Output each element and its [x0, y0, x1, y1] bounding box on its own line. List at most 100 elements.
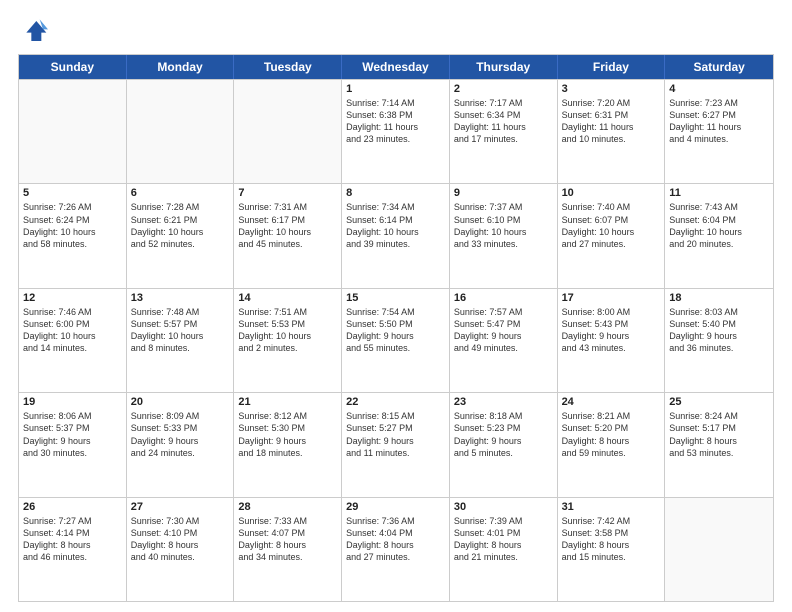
calendar-cell: 1Sunrise: 7:14 AM Sunset: 6:38 PM Daylig… [342, 80, 450, 183]
calendar-body: 1Sunrise: 7:14 AM Sunset: 6:38 PM Daylig… [19, 79, 773, 601]
cell-info: Sunrise: 7:48 AM Sunset: 5:57 PM Dayligh… [131, 306, 230, 355]
logo-icon [18, 16, 48, 46]
calendar-cell: 15Sunrise: 7:54 AM Sunset: 5:50 PM Dayli… [342, 289, 450, 392]
day-number: 5 [23, 187, 122, 199]
day-number: 18 [669, 292, 769, 304]
day-number: 12 [23, 292, 122, 304]
calendar-row-3: 19 Sunrise: 8:06 AM Sunset: 5:37 PM Dayli… [19, 392, 773, 496]
calendar-cell: 26 Sunrise: 7:27 AM Sunset: 4:14 PM Dayli… [19, 498, 127, 601]
cell-info: Sunrise: 8:24 AM Sunset: 5:17 PM Dayligh… [669, 410, 769, 459]
calendar-cell: 11Sunrise: 7:43 AM Sunset: 6:04 PM Dayli… [665, 184, 773, 287]
calendar-cell: 20Sunrise: 8:09 AM Sunset: 5:33 PM Dayli… [127, 393, 235, 496]
cell-info: Sunrise: 7:37 AM Sunset: 6:10 PM Dayligh… [454, 201, 553, 250]
header-day-monday: Monday [127, 55, 235, 79]
day-number: 15 [346, 292, 445, 304]
day-number: 29 [346, 501, 445, 513]
cell-info: Sunrise: 7:26 AM Sunset: 6:24 PM Dayligh… [23, 201, 122, 250]
cell-info: Sunrise: 7:17 AM Sunset: 6:34 PM Dayligh… [454, 97, 553, 146]
day-number: 4 [669, 83, 769, 95]
calendar-cell: 13 Sunrise: 7:48 AM Sunset: 5:57 PM Dayli… [127, 289, 235, 392]
day-number: 2 [454, 83, 553, 95]
day-number: 23 [454, 396, 553, 408]
header-day-tuesday: Tuesday [234, 55, 342, 79]
day-number: 28 [238, 501, 337, 513]
calendar-header-row: SundayMondayTuesdayWednesdayThursdayFrid… [19, 55, 773, 79]
calendar-cell: 3 Sunrise: 7:20 AM Sunset: 6:31 PM Daylig… [558, 80, 666, 183]
day-number: 24 [562, 396, 661, 408]
calendar-cell: 2 Sunrise: 7:17 AM Sunset: 6:34 PM Daylig… [450, 80, 558, 183]
day-number: 13 [131, 292, 230, 304]
calendar-cell [19, 80, 127, 183]
calendar-cell: 27Sunrise: 7:30 AM Sunset: 4:10 PM Dayli… [127, 498, 235, 601]
day-number: 16 [454, 292, 553, 304]
day-number: 10 [562, 187, 661, 199]
calendar-cell: 7 Sunrise: 7:31 AM Sunset: 6:17 PM Daylig… [234, 184, 342, 287]
cell-info: Sunrise: 7:23 AM Sunset: 6:27 PM Dayligh… [669, 97, 769, 146]
day-number: 3 [562, 83, 661, 95]
calendar-cell [234, 80, 342, 183]
calendar-cell: 31 Sunrise: 7:42 AM Sunset: 3:58 PM Dayli… [558, 498, 666, 601]
calendar-cell: 23Sunrise: 8:18 AM Sunset: 5:23 PM Dayli… [450, 393, 558, 496]
cell-info: Sunrise: 7:36 AM Sunset: 4:04 PM Dayligh… [346, 515, 445, 564]
calendar-cell: 30Sunrise: 7:39 AM Sunset: 4:01 PM Dayli… [450, 498, 558, 601]
cell-info: Sunrise: 8:12 AM Sunset: 5:30 PM Dayligh… [238, 410, 337, 459]
cell-info: Sunrise: 7:39 AM Sunset: 4:01 PM Dayligh… [454, 515, 553, 564]
calendar-row-4: 26 Sunrise: 7:27 AM Sunset: 4:14 PM Dayli… [19, 497, 773, 601]
cell-info: Sunrise: 7:28 AM Sunset: 6:21 PM Dayligh… [131, 201, 230, 250]
day-number: 7 [238, 187, 337, 199]
header-day-friday: Friday [558, 55, 666, 79]
day-number: 9 [454, 187, 553, 199]
day-number: 27 [131, 501, 230, 513]
calendar-cell: 24 Sunrise: 8:21 AM Sunset: 5:20 PM Dayli… [558, 393, 666, 496]
day-number: 19 [23, 396, 122, 408]
cell-info: Sunrise: 7:46 AM Sunset: 6:00 PM Dayligh… [23, 306, 122, 355]
cell-info: Sunrise: 7:57 AM Sunset: 5:47 PM Dayligh… [454, 306, 553, 355]
calendar-cell: 29 Sunrise: 7:36 AM Sunset: 4:04 PM Dayli… [342, 498, 450, 601]
cell-info: Sunrise: 8:03 AM Sunset: 5:40 PM Dayligh… [669, 306, 769, 355]
cell-info: Sunrise: 7:20 AM Sunset: 6:31 PM Dayligh… [562, 97, 661, 146]
calendar-row-2: 12 Sunrise: 7:46 AM Sunset: 6:00 PM Dayli… [19, 288, 773, 392]
day-number: 22 [346, 396, 445, 408]
calendar-cell: 21 Sunrise: 8:12 AM Sunset: 5:30 PM Dayli… [234, 393, 342, 496]
logo [18, 16, 52, 46]
calendar: SundayMondayTuesdayWednesdayThursdayFrid… [18, 54, 774, 602]
day-number: 6 [131, 187, 230, 199]
cell-info: Sunrise: 7:51 AM Sunset: 5:53 PM Dayligh… [238, 306, 337, 355]
cell-info: Sunrise: 7:42 AM Sunset: 3:58 PM Dayligh… [562, 515, 661, 564]
calendar-cell [127, 80, 235, 183]
calendar-cell: 17Sunrise: 8:00 AM Sunset: 5:43 PM Dayli… [558, 289, 666, 392]
calendar-row-0: 1Sunrise: 7:14 AM Sunset: 6:38 PM Daylig… [19, 79, 773, 183]
header-day-saturday: Saturday [665, 55, 773, 79]
header-day-thursday: Thursday [450, 55, 558, 79]
calendar-cell: 22 Sunrise: 8:15 AM Sunset: 5:27 PM Dayli… [342, 393, 450, 496]
cell-info: Sunrise: 8:21 AM Sunset: 5:20 PM Dayligh… [562, 410, 661, 459]
calendar-cell: 8 Sunrise: 7:34 AM Sunset: 6:14 PM Daylig… [342, 184, 450, 287]
cell-info: Sunrise: 7:31 AM Sunset: 6:17 PM Dayligh… [238, 201, 337, 250]
day-number: 26 [23, 501, 122, 513]
cell-info: Sunrise: 7:34 AM Sunset: 6:14 PM Dayligh… [346, 201, 445, 250]
cell-info: Sunrise: 7:40 AM Sunset: 6:07 PM Dayligh… [562, 201, 661, 250]
calendar-cell: 14 Sunrise: 7:51 AM Sunset: 5:53 PM Dayli… [234, 289, 342, 392]
calendar-cell: 12 Sunrise: 7:46 AM Sunset: 6:00 PM Dayli… [19, 289, 127, 392]
calendar-cell: 4 Sunrise: 7:23 AM Sunset: 6:27 PM Daylig… [665, 80, 773, 183]
cell-info: Sunrise: 8:06 AM Sunset: 5:37 PM Dayligh… [23, 410, 122, 459]
day-number: 21 [238, 396, 337, 408]
calendar-cell [665, 498, 773, 601]
day-number: 17 [562, 292, 661, 304]
day-number: 31 [562, 501, 661, 513]
cell-info: Sunrise: 8:15 AM Sunset: 5:27 PM Dayligh… [346, 410, 445, 459]
calendar-cell: 25 Sunrise: 8:24 AM Sunset: 5:17 PM Dayli… [665, 393, 773, 496]
day-number: 25 [669, 396, 769, 408]
calendar-cell: 28Sunrise: 7:33 AM Sunset: 4:07 PM Dayli… [234, 498, 342, 601]
calendar-cell: 6 Sunrise: 7:28 AM Sunset: 6:21 PM Daylig… [127, 184, 235, 287]
calendar-cell: 5 Sunrise: 7:26 AM Sunset: 6:24 PM Daylig… [19, 184, 127, 287]
calendar-cell: 19 Sunrise: 8:06 AM Sunset: 5:37 PM Dayli… [19, 393, 127, 496]
cell-info: Sunrise: 7:27 AM Sunset: 4:14 PM Dayligh… [23, 515, 122, 564]
header [18, 16, 774, 46]
day-number: 8 [346, 187, 445, 199]
cell-info: Sunrise: 7:43 AM Sunset: 6:04 PM Dayligh… [669, 201, 769, 250]
day-number: 14 [238, 292, 337, 304]
header-day-wednesday: Wednesday [342, 55, 450, 79]
calendar-row-1: 5 Sunrise: 7:26 AM Sunset: 6:24 PM Daylig… [19, 183, 773, 287]
day-number: 1 [346, 83, 445, 95]
